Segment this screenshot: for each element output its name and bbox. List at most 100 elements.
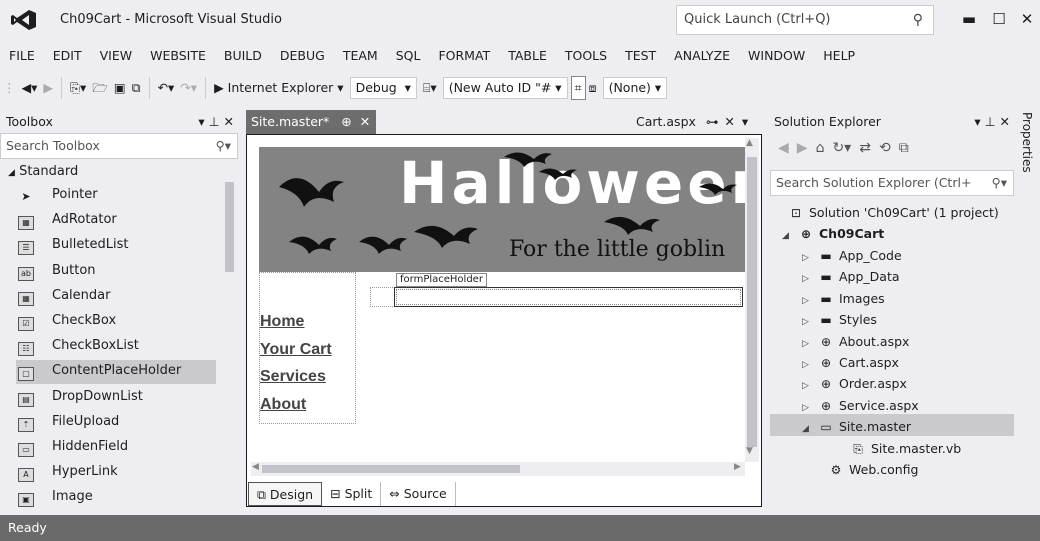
solution-config-select[interactable]: Debug ▾ [349,77,417,99]
collapse-all-icon[interactable]: ⟲ [879,140,891,156]
solution-item[interactable]: ▷ ⊕ Service.aspx [802,395,919,416]
scroll-up-icon[interactable]: ▲ [746,138,753,148]
none-select[interactable]: (None) ▾ [602,77,668,99]
site-master-vb-node[interactable]: ⎘ Site.master.vb [850,438,961,459]
editor-vscroll-thumb[interactable] [747,157,757,447]
format-icon[interactable]: ⌸▾ [420,76,440,100]
toolbox-group-standard[interactable]: ◢ Standard [8,164,78,179]
pin-icon[interactable]: ⊥ [209,114,220,129]
forward-icon[interactable]: ▶ [797,140,808,156]
menu-item[interactable]: BUILD [215,42,271,70]
close-icon[interactable]: ✕ [1000,114,1010,129]
solution-item[interactable]: ▷ ⊕ Order.aspx [802,373,907,394]
nav-link[interactable]: About [260,396,306,414]
sync-icon[interactable]: ⇄ [859,140,871,156]
redo-icon[interactable]: ↷▾ [177,76,200,100]
menu-item[interactable]: TABLE [499,42,556,70]
menu-item[interactable]: VIEW [91,42,142,70]
quick-launch-input[interactable]: Quick Launch (Ctrl+Q) ⚲ [676,5,934,35]
nav-link[interactable]: Your Cart [260,341,332,359]
toolbox-search-input[interactable]: Search Toolbox ⚲▾ [0,133,238,159]
solution-item[interactable]: ▷ ⊕ Cart.aspx [802,352,899,373]
nav-link[interactable]: Services [260,368,326,386]
refresh-icon[interactable]: ↻▾ [832,140,851,156]
scroll-down-icon[interactable]: ▼ [746,446,753,456]
design-mode-icon[interactable]: ⌗ [570,76,586,100]
menu-item[interactable]: WINDOW [739,42,814,70]
toolbox-item[interactable]: ☰ BulletedList [18,232,218,257]
toolbox-scroll-thumb[interactable] [225,182,234,272]
toolbox-item[interactable]: ▢ ContentPlaceHolder [18,358,218,383]
dropdown-icon[interactable]: ▾ [974,114,980,129]
undo-icon[interactable]: ↶▾ [155,76,178,100]
toolbox-item[interactable]: ▤ DropDownList [18,384,218,409]
scroll-right-icon[interactable]: ▶ [734,462,741,472]
back-icon[interactable]: ◀▾ [19,76,41,100]
menu-item[interactable]: ANALYZE [665,42,739,70]
close-button[interactable]: ✕ [1012,6,1040,32]
solution-node[interactable]: ⊡ Solution 'Ch09Cart' (1 project) [788,202,999,223]
source-view-tab[interactable]: ⇔ Source [381,482,456,506]
solution-item[interactable]: ▷ ▬ Images [802,288,885,309]
toolbox-item[interactable]: ☑ CheckBox [18,308,218,333]
toolbox-item[interactable]: ▣ Image [18,484,218,509]
menu-item[interactable]: EDIT [44,42,91,70]
forward-icon[interactable]: ▶ [40,76,56,100]
toolbox-item[interactable]: ab Button [18,258,218,283]
tab-dropdown-icon[interactable]: ▾ [742,114,748,129]
properties-icon[interactable]: ⧉ [899,140,909,156]
menu-item[interactable]: FILE [0,42,44,70]
menu-item[interactable]: TEAM [334,42,387,70]
position-icon[interactable]: ⧈ [586,76,600,100]
toolbox-item[interactable]: ➤ Pointer [18,182,218,207]
tab-site-master[interactable]: Site.master* ⊕ ✕ [246,110,376,134]
toolbox-item[interactable]: ☷ CheckBoxList [18,333,218,358]
project-node[interactable]: ◢ ⊕ Ch09Cart [782,223,884,244]
expanded-arrow-icon[interactable]: ◢ [782,226,798,247]
toolbox-item[interactable]: ▦ Calendar [18,283,218,308]
maximize-button[interactable]: ☐ [984,6,1014,32]
expanded-arrow-icon[interactable]: ◢ [802,419,818,440]
open-icon[interactable]: 🗁 [89,76,111,100]
save-icon[interactable]: ▣ [111,76,129,100]
scroll-left-icon[interactable]: ◀ [252,462,259,472]
solution-item[interactable]: ▷ ▬ App_Data [802,266,900,287]
menu-item[interactable]: TOOLS [556,42,616,70]
tab-cart-aspx[interactable]: Cart.aspx ⊶ ✕ ▾ [636,110,764,134]
toolbox-item[interactable]: A HyperLink [18,459,218,484]
menu-item[interactable]: SQL [387,42,430,70]
pin-icon[interactable]: ⊶ [706,114,719,129]
pin-icon[interactable]: ⊥ [985,114,996,129]
nav-link[interactable]: Home [260,313,304,331]
form-placeholder-region[interactable] [394,287,743,307]
design-view-tab[interactable]: ⧉ Design [248,482,323,506]
web-config-node[interactable]: ⚙ Web.config [828,459,919,480]
solution-item[interactable]: ▷ ▬ Styles [802,309,877,330]
menu-item[interactable]: WEBSITE [141,42,215,70]
dropdown-icon[interactable]: ▾ [198,114,204,129]
new-project-icon[interactable]: ⎘▾ [67,76,89,100]
start-debug-button[interactable]: ▶ Internet Explorer ▾ [211,76,347,100]
toolbox-item[interactable]: ▦ AdRotator [18,207,218,232]
menu-item[interactable]: FORMAT [429,42,499,70]
solution-item[interactable]: ▷ ▬ App_Code [802,245,902,266]
close-icon[interactable]: ✕ [724,114,734,129]
minimize-button[interactable]: ▬ [954,6,984,32]
close-icon[interactable]: ✕ [360,114,370,129]
toolbox-item[interactable]: ⇡ FileUpload [18,409,218,434]
auto-id-select[interactable]: (New Auto ID "# ▾ [442,77,568,99]
split-view-tab[interactable]: ⊟ Split [322,482,382,506]
solution-item[interactable]: ▷ ⊕ About.aspx [802,331,909,352]
properties-side-tab[interactable]: Properties [1020,112,1034,173]
solution-item[interactable]: ◢ ▭ Site.master [802,416,911,437]
solution-explorer-search-input[interactable]: Search Solution Explorer (Ctrl+ ⚲▾ [770,170,1014,196]
pin-icon[interactable]: ⊕ [341,114,351,129]
back-icon[interactable]: ◀ [778,140,789,156]
home-icon[interactable]: ⌂ [816,140,825,156]
menu-item[interactable]: DEBUG [271,42,334,70]
menu-item[interactable]: TEST [616,42,665,70]
toolbox-item[interactable]: ▭ HiddenField [18,434,218,459]
menu-item[interactable]: HELP [814,42,864,70]
save-all-icon[interactable]: ⧉ [129,76,144,100]
close-icon[interactable]: ✕ [224,114,234,129]
